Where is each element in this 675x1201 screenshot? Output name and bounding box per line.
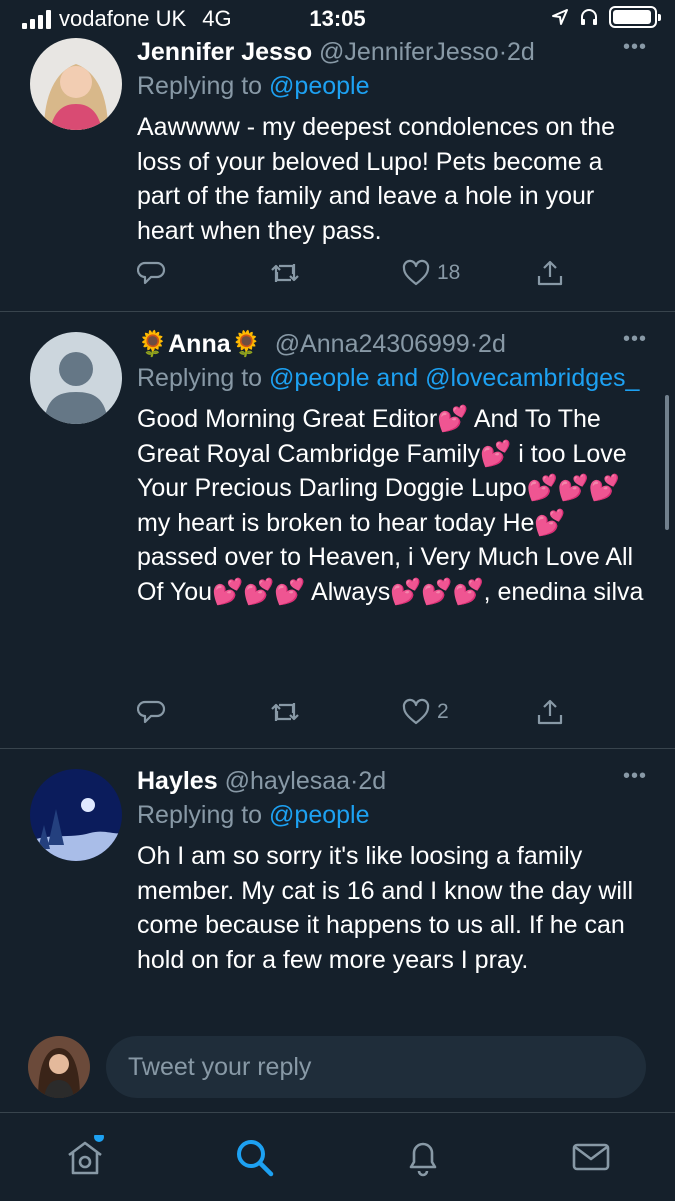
reply-icon: [137, 261, 166, 285]
reply-button[interactable]: [137, 697, 173, 727]
tab-search[interactable]: [232, 1135, 276, 1179]
reply-composer: Tweet your reply: [0, 1022, 675, 1112]
like-count: 2: [437, 700, 449, 723]
user-avatar[interactable]: [28, 1036, 90, 1098]
retweet-icon: [271, 264, 299, 282]
tweet[interactable]: ••• Hayles @haylesaa·2d Replying to @peo…: [0, 749, 675, 1022]
share-icon: [537, 699, 563, 725]
replying-to-label: Replying to: [137, 801, 263, 829]
battery-icon: [609, 6, 661, 28]
like-button[interactable]: 2: [401, 697, 449, 727]
like-button[interactable]: 18: [401, 258, 460, 288]
replying-to-label: Replying to: [137, 72, 263, 100]
retweet-icon: [271, 703, 299, 721]
replying-to-users[interactable]: @people: [269, 72, 369, 100]
tweet-actions: 2: [137, 697, 567, 733]
heart-icon: [402, 698, 430, 725]
status-bar: vodafone UK 4G 13:05: [0, 0, 675, 36]
location-arrow-icon: [552, 9, 568, 25]
separator: ·: [498, 38, 508, 66]
replying-to: Replying to @people and @lovecambridges_: [137, 360, 645, 396]
replying-to: Replying to @people: [137, 68, 645, 104]
headphones-icon: [581, 9, 597, 25]
avatar[interactable]: [30, 332, 122, 424]
separator: ·: [469, 330, 479, 358]
share-button[interactable]: [535, 258, 565, 288]
scrollbar[interactable]: [665, 395, 669, 530]
timestamp: 2d: [478, 330, 506, 358]
notifications-icon: [409, 1142, 437, 1177]
tab-home[interactable]: [63, 1132, 107, 1179]
tab-notifications[interactable]: [401, 1135, 445, 1179]
retweet-button[interactable]: [269, 258, 307, 288]
tweet-actions: 18: [137, 258, 567, 294]
replying-to-users[interactable]: @people: [269, 801, 369, 829]
share-icon: [537, 260, 563, 286]
home-icon: [68, 1132, 104, 1175]
handle[interactable]: @Anna24306999: [275, 330, 470, 358]
tweet-text: Oh I am so sorry it's like loosing a fam…: [137, 842, 634, 974]
display-name[interactable]: 🌻Anna🌻: [137, 330, 262, 358]
reply-button[interactable]: [137, 258, 173, 288]
display-name[interactable]: Jennifer Jesso: [137, 38, 312, 66]
timestamp: 2d: [507, 38, 535, 66]
tweet-text: Aawwww - my deepest condolences on the l…: [137, 113, 616, 245]
tab-bar: [0, 1112, 675, 1201]
tweet[interactable]: ••• Jennifer Jesso @JenniferJesso·2d Rep…: [0, 36, 675, 312]
replying-to-users[interactable]: @people and @lovecambridges_: [269, 364, 639, 392]
heart-icon: [402, 259, 430, 286]
tweet-text: Good Morning Great Editor💕 And To The Gr…: [137, 405, 644, 606]
reply-icon: [137, 700, 166, 724]
avatar[interactable]: [30, 769, 122, 861]
search-icon: [237, 1140, 274, 1177]
tab-messages[interactable]: [569, 1135, 613, 1179]
like-count: 18: [437, 261, 461, 284]
share-button[interactable]: [535, 697, 565, 727]
handle[interactable]: @JenniferJesso: [319, 38, 499, 66]
handle[interactable]: @haylesaa: [225, 767, 350, 795]
reply-input[interactable]: Tweet your reply: [106, 1036, 646, 1098]
retweet-button[interactable]: [269, 697, 307, 727]
display-name[interactable]: Hayles: [137, 767, 218, 795]
messages-icon: [572, 1143, 610, 1171]
timestamp: 2d: [358, 767, 387, 795]
replying-to-label: Replying to: [137, 364, 263, 392]
replying-to: Replying to @people: [137, 797, 645, 833]
tweet[interactable]: ••• 🌻Anna🌻 @Anna24306999·2d Replying to …: [0, 312, 675, 749]
avatar[interactable]: [30, 38, 122, 130]
